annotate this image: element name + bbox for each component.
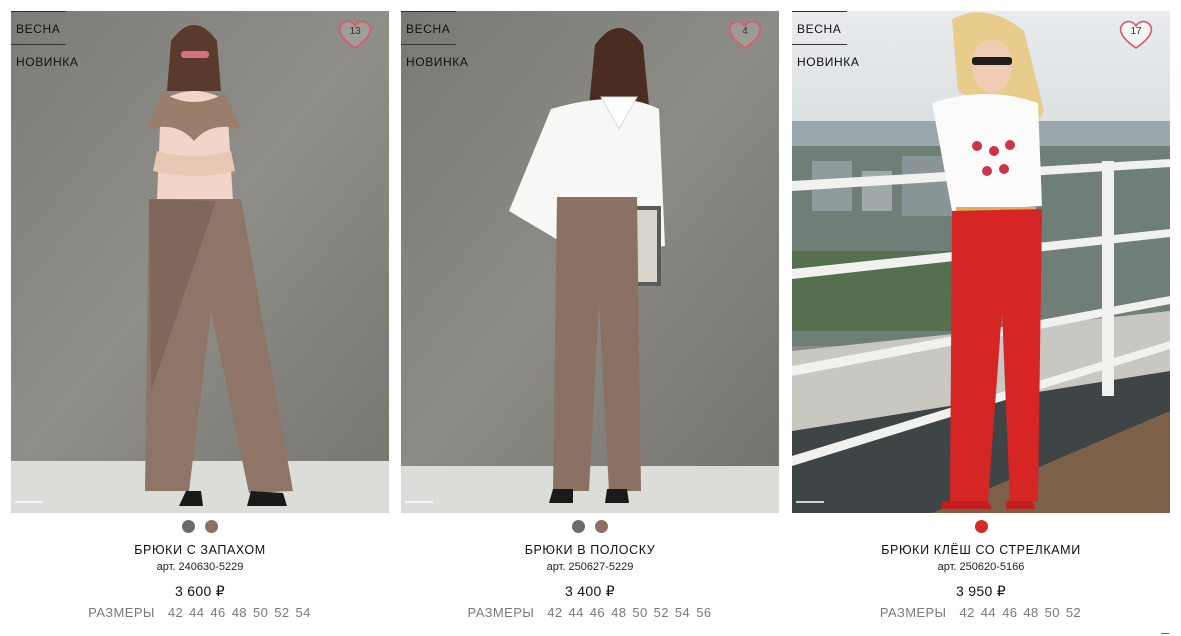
size-option[interactable]: 52	[654, 605, 669, 620]
product-info: БРЮКИ В ПОЛОСКУ арт. 250627-5229 3 400 ₽…	[401, 541, 779, 622]
new-badge: НОВИНКА	[797, 55, 860, 69]
sizes-label: РАЗМЕРЫ	[88, 605, 155, 620]
gallery-indicator	[15, 501, 43, 503]
color-swatch-red[interactable]	[974, 520, 988, 533]
product-card[interactable]: ВЕСНА НОВИНКА 17 БРЮКИ КЛЁШ СО СТРЕЛКАМИ…	[792, 11, 1170, 626]
size-option[interactable]: 54	[675, 605, 690, 620]
color-swatches	[401, 520, 779, 533]
size-option[interactable]: 44	[981, 605, 996, 620]
color-swatch-brown[interactable]	[595, 520, 608, 533]
new-badge: НОВИНКА	[16, 55, 79, 69]
size-option[interactable]: 48	[1023, 605, 1038, 620]
size-option[interactable]: 42	[168, 605, 183, 620]
size-option[interactable]: 46	[210, 605, 225, 620]
gallery-indicator	[405, 501, 433, 503]
product-card[interactable]: ВЕСНА НОВИНКА 4 БРЮКИ В ПОЛОСКУ арт. 250…	[401, 11, 779, 626]
size-option[interactable]: 54	[296, 605, 311, 620]
product-name[interactable]: БРЮКИ КЛЁШ СО СТРЕЛКАМИ	[792, 541, 1170, 559]
favorite-button[interactable]: 17	[1116, 17, 1156, 51]
product-photo[interactable]: ВЕСНА НОВИНКА 17	[792, 11, 1170, 513]
size-option[interactable]: 56	[696, 605, 711, 620]
size-option[interactable]: 44	[189, 605, 204, 620]
size-option[interactable]: 52	[274, 605, 289, 620]
season-badge: ВЕСНА	[11, 11, 66, 45]
color-swatches	[792, 520, 1170, 533]
gallery-indicator	[796, 501, 824, 503]
favorite-count: 17	[1130, 26, 1142, 37]
size-option[interactable]: 42	[960, 605, 975, 620]
size-option[interactable]: 50	[1045, 605, 1060, 620]
product-photo-image	[11, 11, 389, 513]
product-sizes: РАЗМЕРЫ 42 44 46 48 50 52	[792, 604, 1170, 622]
product-photo[interactable]: ВЕСНА НОВИНКА 13	[11, 11, 389, 513]
product-photo-image	[401, 11, 779, 513]
season-badge: ВЕСНА	[792, 11, 847, 45]
product-sku: арт. 240630-5229	[156, 561, 244, 573]
product-sizes: РАЗМЕРЫ 42 44 46 48 50 52 54	[11, 604, 389, 622]
sizes-label: РАЗМЕРЫ	[467, 605, 535, 620]
product-price: 3 950 ₽	[956, 583, 1006, 599]
favorite-button[interactable]: 4	[725, 17, 765, 51]
color-swatch-brown[interactable]	[205, 520, 218, 533]
product-info: БРЮКИ С ЗАПАХОМ арт. 240630-5229 3 600 ₽…	[11, 541, 389, 622]
favorite-count: 13	[349, 26, 361, 37]
season-badge: ВЕСНА	[401, 11, 456, 45]
product-price: 3 600 ₽	[175, 583, 225, 599]
product-info: БРЮКИ КЛЁШ СО СТРЕЛКАМИ арт. 250620-5166…	[792, 541, 1170, 622]
color-swatches	[11, 520, 389, 533]
product-sizes: РАЗМЕРЫ 42 44 46 48 50 52 54 56	[401, 604, 779, 622]
color-swatch-grey[interactable]	[182, 520, 195, 533]
product-name[interactable]: БРЮКИ С ЗАПАХОМ	[11, 541, 389, 559]
color-swatch-grey[interactable]	[572, 520, 585, 533]
size-option[interactable]: 46	[1002, 605, 1017, 620]
product-sku: арт. 250620-5166	[937, 561, 1025, 573]
product-price: 3 400 ₽	[565, 583, 615, 599]
new-badge: НОВИНКА	[406, 55, 469, 69]
product-sku: арт. 250627-5229	[546, 561, 634, 573]
product-card[interactable]: ВЕСНА НОВИНКА 13 БРЮКИ С ЗАПАХОМ арт. 24…	[11, 11, 389, 626]
size-option[interactable]: 48	[232, 605, 247, 620]
size-option[interactable]: 48	[611, 605, 626, 620]
product-grid: ВЕСНА НОВИНКА 13 БРЮКИ С ЗАПАХОМ арт. 24…	[0, 0, 1181, 636]
favorite-button[interactable]: 13	[335, 17, 375, 51]
size-option[interactable]: 44	[569, 605, 584, 620]
product-photo-image	[792, 11, 1170, 513]
size-option[interactable]: 50	[253, 605, 268, 620]
size-option[interactable]: 50	[632, 605, 647, 620]
size-option[interactable]: 52	[1066, 605, 1081, 620]
product-name[interactable]: БРЮКИ В ПОЛОСКУ	[401, 541, 779, 559]
product-photo[interactable]: ВЕСНА НОВИНКА 4	[401, 11, 779, 513]
page-corner-mark	[1161, 633, 1169, 634]
sizes-label: РАЗМЕРЫ	[879, 605, 947, 620]
favorite-count: 4	[742, 26, 748, 37]
size-option[interactable]: 46	[590, 605, 605, 620]
size-option[interactable]: 42	[547, 605, 562, 620]
